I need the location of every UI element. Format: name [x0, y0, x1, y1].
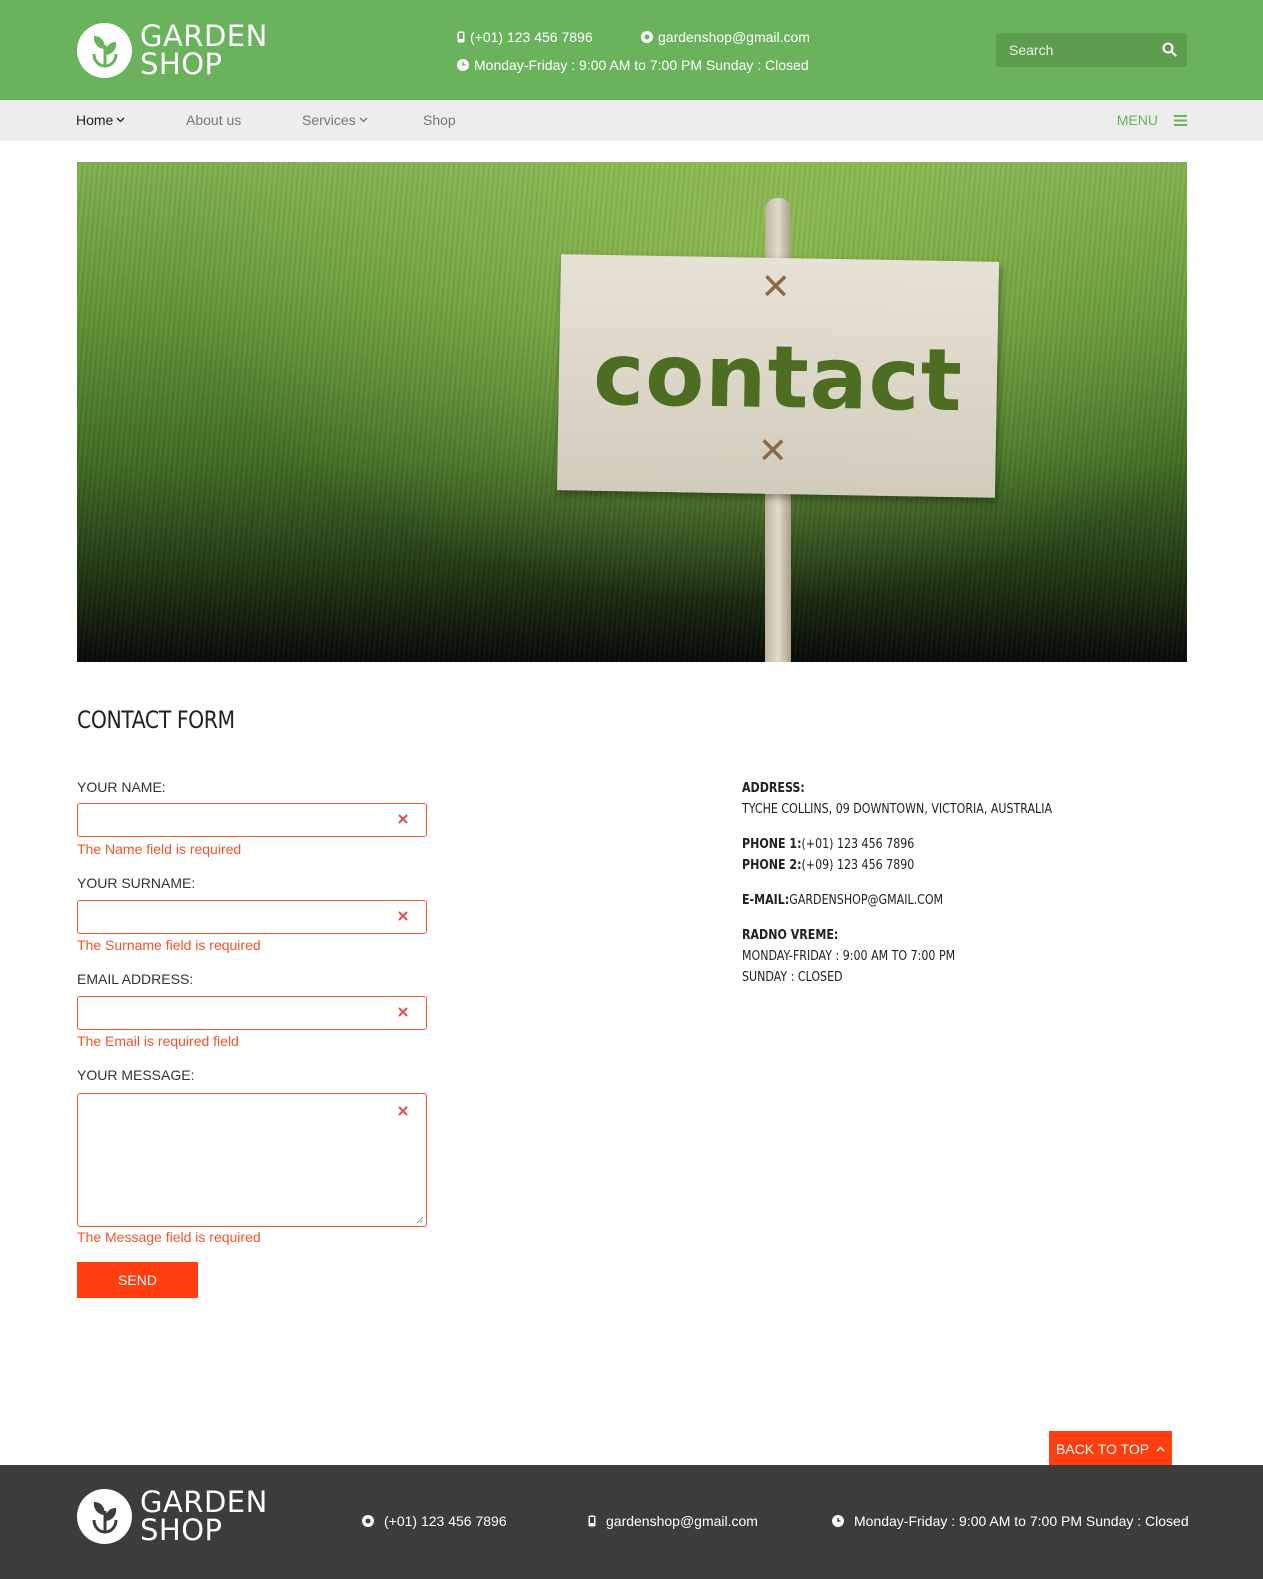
phone1-label: PHONE 1: [742, 837, 802, 852]
site-logo[interactable]: GARDEN SHOP [77, 19, 268, 81]
phone1-value[interactable]: (+01) 123 456 7896 [802, 837, 915, 852]
nav-item-shop[interactable]: Shop [423, 112, 456, 128]
chevron-up-icon [1156, 1446, 1165, 1451]
address-value: TYCHE COLLINS, 09 DOWNTOWN, VICTORIA, AU… [742, 802, 1053, 817]
close-icon [398, 1007, 408, 1017]
close-icon [398, 814, 408, 824]
address-label: ADDRESS: [742, 781, 805, 796]
leaf-logo-icon [77, 1488, 132, 1544]
clock-icon [832, 1515, 844, 1527]
info-email-value[interactable]: GARDENSHOP@GMAIL.COM [789, 893, 943, 908]
surname-error: The Surname field is required [77, 937, 261, 953]
header-phone-text: (+01) 123 456 7896 [470, 29, 593, 45]
name-label: YOUR NAME: [77, 779, 166, 795]
back-to-top-label: BACK TO TOP [1055, 1440, 1150, 1457]
footer-logo-line2: SHOP [140, 1513, 223, 1547]
phone2-value[interactable]: (+09) 123 456 7890 [802, 858, 915, 873]
name-field [77, 803, 427, 837]
chevron-down-icon [116, 117, 125, 123]
footer-phone-text: (+01) 123 456 7896 [384, 1513, 507, 1529]
search-icon[interactable] [1162, 42, 1177, 57]
contact-form-title: CONTACT FORM [77, 706, 235, 734]
back-to-top-button[interactable]: BACK TO TOP [1049, 1431, 1172, 1466]
leaf-logo-icon [77, 22, 132, 78]
name-error: The Name field is required [77, 841, 242, 857]
email-icon [641, 31, 653, 43]
message-field [77, 1093, 427, 1227]
search-input[interactable] [996, 33, 1156, 67]
footer-logo[interactable]: GARDEN SHOP [77, 1485, 268, 1547]
footer: GARDEN SHOP (+01) 123 456 7896 gardensho… [0, 1465, 1263, 1579]
nav-item-home[interactable]: Home [76, 112, 125, 128]
send-button[interactable]: SEND [77, 1262, 198, 1298]
header-hours-text: Monday-Friday : 9:00 AM to 7:00 PM Sunda… [474, 57, 809, 73]
footer-logo-text: GARDEN SHOP [140, 1485, 268, 1547]
nav-item-about[interactable]: About us [186, 112, 241, 128]
message-label: YOUR MESSAGE: [77, 1067, 195, 1083]
name-input[interactable] [78, 804, 426, 836]
logo-text: GARDEN SHOP [140, 19, 268, 81]
info-phones: PHONE 1:(+01) 123 456 7896 PHONE 2:(+09)… [742, 834, 914, 876]
header-phone[interactable]: (+01) 123 456 7896 [457, 29, 593, 45]
chevron-down-icon [359, 117, 368, 123]
hours-line1: MONDAY-FRIDAY : 9:00 AM TO 7:00 PM [742, 949, 956, 964]
info-email: E-MAIL:GARDENSHOP@GMAIL.COM [742, 890, 943, 911]
nav-home-label: Home [76, 112, 114, 128]
nav-about-label: About us [186, 112, 242, 128]
close-icon [398, 1106, 408, 1116]
top-header: GARDEN SHOP (+01) 123 456 7896 gardensho… [0, 0, 1263, 100]
message-error: The Message field is required [77, 1229, 261, 1245]
footer-logo-line1: GARDEN [140, 1485, 268, 1519]
surname-field [77, 900, 427, 934]
email-error: The Email is required field [77, 1033, 239, 1049]
surname-input[interactable] [78, 901, 426, 933]
info-address: ADDRESS: TYCHE COLLINS, 09 DOWNTOWN, VIC… [742, 778, 1052, 820]
sign-tie-top: ✕ [760, 265, 792, 308]
logo-line2: SHOP [140, 47, 223, 81]
hamburger-icon [1174, 114, 1187, 126]
header-email[interactable]: gardenshop@gmail.com [641, 29, 810, 45]
search-box [996, 33, 1187, 67]
footer-email-text: gardenshop@gmail.com [606, 1513, 758, 1529]
footer-phone[interactable]: (+01) 123 456 7896 [362, 1513, 507, 1529]
menu-toggle[interactable]: MENU [1117, 112, 1187, 128]
contact-sign: ✕ contact ✕ [556, 254, 1000, 498]
logo-line1: GARDEN [140, 19, 268, 53]
main-nav: Home About us Services Shop MENU [0, 100, 1263, 141]
hours-line2: SUNDAY : CLOSED [742, 970, 843, 985]
phone-icon [457, 31, 465, 43]
header-email-text: gardenshop@gmail.com [658, 29, 810, 45]
footer-email[interactable]: gardenshop@gmail.com [588, 1513, 758, 1529]
hours-label: RADNO VREME: [742, 928, 839, 943]
email-icon [362, 1515, 374, 1527]
clock-icon [457, 59, 469, 71]
nav-shop-label: Shop [423, 112, 456, 128]
menu-label: MENU [1116, 112, 1158, 128]
phone2-label: PHONE 2: [742, 858, 802, 873]
phone-icon [588, 1515, 596, 1527]
email-label: EMAIL ADDRESS: [77, 971, 194, 987]
footer-hours-text: Monday-Friday : 9:00 AM to 7:00 PM Sunda… [854, 1513, 1189, 1529]
surname-label: YOUR SURNAME: [77, 875, 196, 891]
email-input[interactable] [78, 997, 426, 1029]
header-hours: Monday-Friday : 9:00 AM to 7:00 PM Sunda… [457, 57, 809, 73]
info-email-label: E-MAIL: [742, 893, 790, 908]
message-textarea[interactable] [78, 1094, 426, 1226]
nav-item-services[interactable]: Services [302, 112, 368, 128]
sign-text: contact [592, 324, 964, 432]
hero-image: ✕ contact ✕ [77, 162, 1187, 662]
resize-handle-icon[interactable] [416, 1216, 424, 1224]
footer-hours: Monday-Friday : 9:00 AM to 7:00 PM Sunda… [832, 1513, 1189, 1529]
close-icon [398, 911, 408, 921]
sign-tie-bottom: ✕ [757, 429, 789, 472]
info-hours: RADNO VREME: MONDAY-FRIDAY : 9:00 AM TO … [742, 925, 955, 988]
nav-services-label: Services [302, 112, 356, 128]
email-field [77, 996, 427, 1030]
